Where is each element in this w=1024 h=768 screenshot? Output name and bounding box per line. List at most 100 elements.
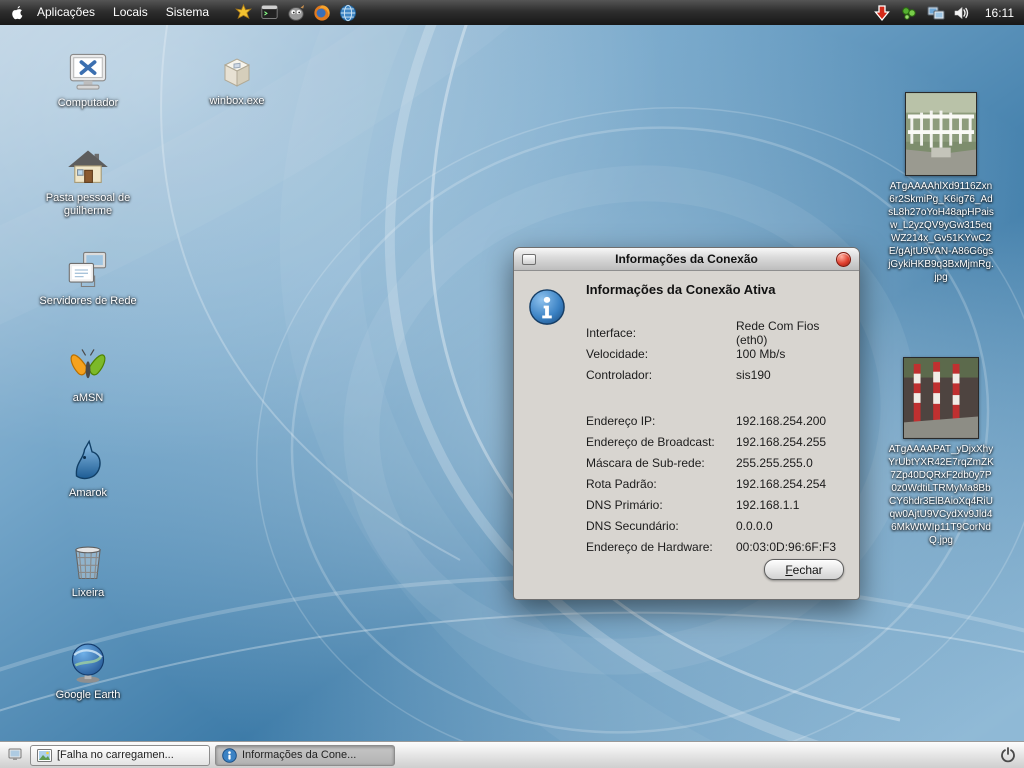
gimp-icon — [287, 4, 304, 21]
field-broadcast: Endereço de Broadcast: 192.168.254.255 — [586, 431, 847, 452]
terminal-launcher[interactable] — [260, 3, 279, 22]
field-hardware: Endereço de Hardware: 00:03:0D:96:6F:F3 — [586, 536, 847, 557]
desktop-icon-winbox[interactable]: winbox.exe — [182, 52, 292, 108]
globe-launcher[interactable] — [338, 3, 357, 22]
gimp-launcher[interactable] — [286, 3, 305, 22]
fechar-button[interactable]: Fechar — [764, 559, 844, 580]
wallpaper — [0, 0, 1024, 768]
terminal-icon — [261, 5, 278, 19]
field-value: 192.168.254.254 — [736, 476, 827, 491]
photo-thumbnail-gate — [905, 92, 977, 176]
field-label: Rota Padrão: — [586, 476, 657, 491]
field-value: sis190 — [736, 367, 771, 382]
computer-icon — [69, 53, 107, 90]
close-icon[interactable] — [836, 252, 851, 267]
file-name: ATgAAAAPAT_yDjxXhyYrUbtYXR42E7rqZmZK7Zp4… — [888, 444, 994, 546]
power-icon — [1001, 747, 1015, 763]
image-icon — [37, 748, 52, 762]
info-icon — [529, 289, 565, 325]
field-value: 00:03:0D:96:6F:F3 — [736, 539, 837, 554]
connection-info-dialog: Informações da Conexão Informações da Co… — [513, 247, 860, 600]
bottom-panel: [Falha no carregamen... Informações da C… — [0, 741, 1024, 768]
field-value: 192.168.254.255 — [736, 434, 827, 449]
field-label: Máscara de Sub-rede: — [586, 455, 705, 470]
desktop-icon-google-earth[interactable]: Google Earth — [33, 640, 143, 702]
field-controlador: Controlador: sis190 — [586, 364, 847, 385]
home-icon — [68, 150, 108, 183]
field-label: DNS Primário: — [586, 497, 663, 512]
taskbar-item-informacoes[interactable]: Informações da Cone... — [215, 744, 395, 766]
icon-label: Lixeira — [71, 587, 105, 599]
fields-spacer — [586, 385, 847, 410]
desktop-icon-home[interactable]: Pasta pessoal de guilherme — [33, 145, 143, 218]
field-label: Endereço de Hardware: — [586, 539, 713, 554]
dialog-titlebar[interactable]: Informações da Conexão — [514, 248, 859, 271]
desktop-file-2[interactable]: ATgAAAAPAT_yDjxXhyYrUbtYXR42E7rqZmZK7Zp4… — [888, 357, 994, 547]
dialog-heading: Informações da Conexão Ativa — [586, 282, 776, 297]
earth-globe-icon — [71, 643, 105, 683]
icon-label: Computador — [57, 97, 119, 109]
panel-launchers — [234, 3, 357, 22]
field-value: 100 Mb/s — [736, 346, 786, 361]
firefox-launcher[interactable] — [312, 3, 331, 22]
field-value: 192.168.254.200 — [736, 413, 827, 428]
taskbar-item-falha[interactable]: [Falha no carregamen... — [30, 744, 210, 766]
menu-sistema[interactable]: Sistema — [157, 0, 218, 25]
minimize-button[interactable] — [522, 254, 536, 265]
field-value: 0.0.0.0 — [736, 518, 773, 533]
menu-aplicacoes[interactable]: Aplicações — [28, 0, 104, 25]
show-desktop-icon — [8, 748, 22, 760]
package-icon — [223, 58, 251, 87]
menu-locais[interactable]: Locais — [104, 0, 157, 25]
field-label: Velocidade: — [586, 346, 649, 361]
desktop-icon-amsn[interactable]: aMSN — [33, 341, 143, 405]
firefox-icon — [313, 4, 330, 21]
icon-label: Amarok — [69, 487, 107, 499]
desktop-icon-computador[interactable]: Computador — [33, 50, 143, 110]
volume-applet[interactable] — [954, 4, 972, 22]
update-notifier[interactable] — [873, 4, 891, 22]
desktop-file-1[interactable]: ATgAAAAhlXd9116Zxn6r2SkmiPg_K6ig76_AdsL8… — [888, 92, 994, 284]
globe-icon — [339, 4, 356, 21]
task-label: [Falha no carregamen... — [57, 749, 174, 761]
red-arrow-down-icon — [873, 4, 890, 21]
field-dns-secundario: DNS Secundário: 0.0.0.0 — [586, 515, 847, 536]
apple-icon — [12, 5, 23, 19]
field-rota-padrao: Rota Padrão: 192.168.254.254 — [586, 473, 847, 494]
photo-thumbnail-poles — [903, 357, 979, 439]
dialog-title: Informações da Conexão — [615, 252, 758, 266]
connection-fields: Interface: Rede Com Fios (eth0) Velocida… — [586, 319, 847, 557]
green-status-applet[interactable] — [900, 4, 918, 22]
field-interface: Interface: Rede Com Fios (eth0) — [586, 319, 847, 347]
field-label: Endereço IP: — [586, 413, 656, 428]
desktop-icon-trash[interactable]: Lixeira — [33, 540, 143, 600]
top-panel: Aplicações Locais Sistema 16:11 — [0, 0, 1024, 25]
field-label: Interface: — [586, 325, 637, 340]
file-name: ATgAAAAhlXd9116Zxn6r2SkmiPg_K6ig76_AdsL8… — [888, 181, 994, 283]
desktop-icon-network-servers[interactable]: Servidores de Rede — [33, 248, 143, 308]
starburst-launcher[interactable] — [234, 3, 253, 22]
field-mascara: Máscara de Sub-rede: 255.255.255.0 — [586, 452, 847, 473]
clock[interactable]: 16:11 — [981, 6, 1018, 20]
field-label: Controlador: — [586, 367, 653, 382]
field-value: 192.168.1.1 — [736, 497, 800, 512]
starburst-icon — [235, 4, 253, 19]
trash-icon — [75, 546, 101, 580]
field-velocidade: Velocidade: 100 Mb/s — [586, 343, 847, 364]
field-label: Endereço de Broadcast: — [586, 434, 715, 449]
wolf-icon — [75, 439, 101, 480]
speaker-icon — [955, 6, 969, 19]
icon-label: Google Earth — [55, 689, 121, 701]
network-applet[interactable] — [927, 4, 945, 22]
field-label: DNS Secundário: — [586, 518, 679, 533]
apple-menu[interactable] — [6, 0, 28, 25]
dialog-body: Informações da Conexão Ativa Interface: … — [514, 271, 859, 599]
desktop: Aplicações Locais Sistema 16:11 Computad… — [0, 0, 1024, 768]
green-dots-icon — [902, 6, 916, 20]
network-monitors-icon — [927, 6, 945, 19]
field-dns-primario: DNS Primário: 192.168.1.1 — [586, 494, 847, 515]
power-button[interactable] — [997, 744, 1019, 766]
show-desktop-button[interactable] — [5, 745, 25, 765]
desktop-icon-amarok[interactable]: Amarok — [33, 438, 143, 500]
info-icon — [222, 747, 237, 763]
